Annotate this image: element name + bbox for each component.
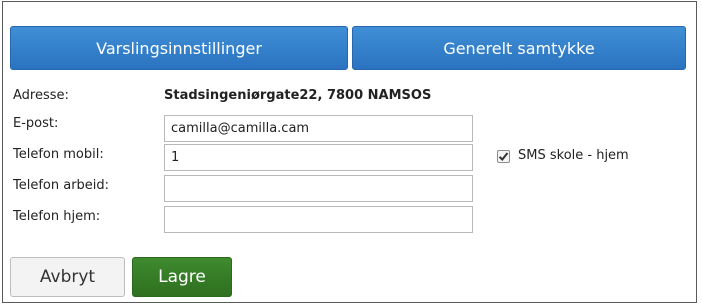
sms-checkbox[interactable] bbox=[497, 150, 510, 163]
email-field[interactable] bbox=[164, 115, 473, 142]
home-phone-label: Telefon hjem: bbox=[13, 209, 101, 224]
checkmark-icon bbox=[498, 152, 509, 161]
address-label: Adresse: bbox=[13, 88, 69, 103]
mobile-phone-field[interactable] bbox=[164, 144, 473, 171]
tab-generelt-samtykke[interactable]: Generelt samtykke bbox=[352, 26, 686, 70]
cancel-button[interactable]: Avbryt bbox=[10, 257, 125, 297]
email-label: E-post: bbox=[13, 116, 59, 131]
mobile-phone-label: Telefon mobil: bbox=[13, 147, 104, 162]
save-button[interactable]: Lagre bbox=[132, 257, 232, 297]
tab-varslingsinnstillinger[interactable]: Varslingsinnstillinger bbox=[10, 26, 348, 70]
work-phone-field[interactable] bbox=[164, 175, 473, 202]
home-phone-field[interactable] bbox=[164, 206, 473, 233]
address-value: Stadsingeniørgate22, 7800 NAMSOS bbox=[164, 88, 432, 103]
work-phone-label: Telefon arbeid: bbox=[13, 178, 110, 193]
sms-checkbox-label: SMS skole - hjem bbox=[518, 148, 629, 163]
